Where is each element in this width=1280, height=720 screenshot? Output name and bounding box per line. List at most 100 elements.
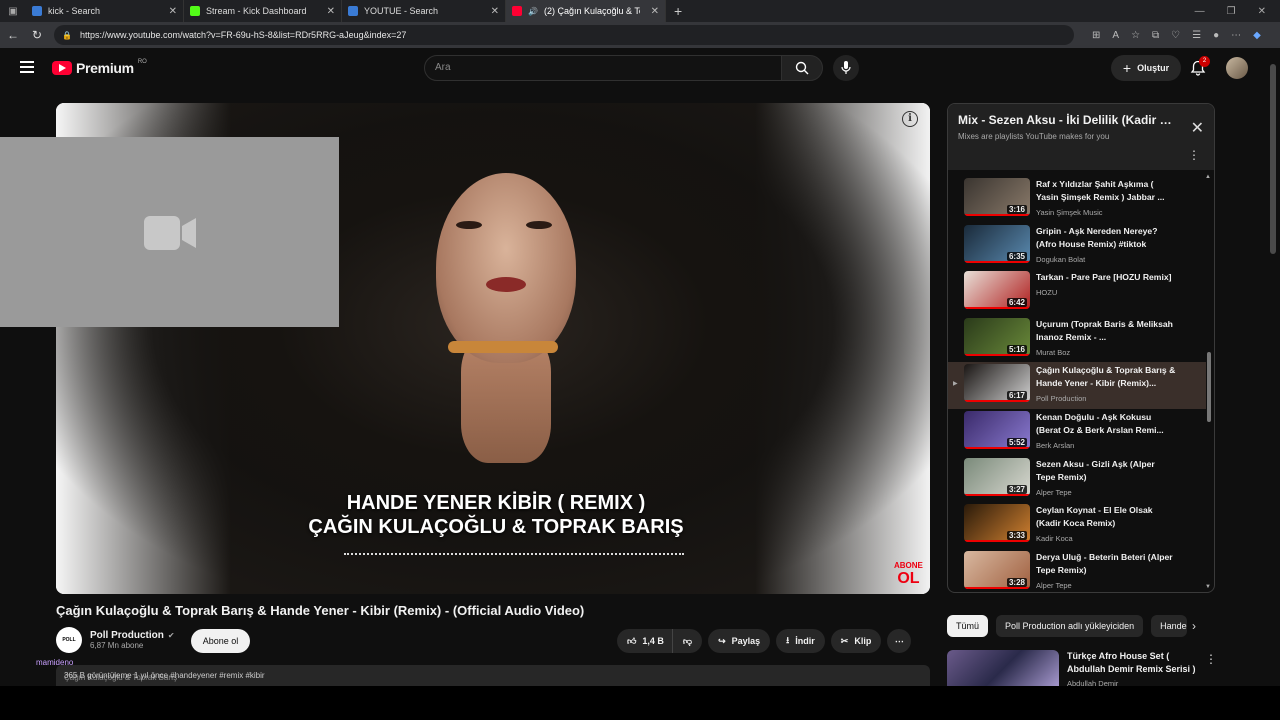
youtube-premium-logo[interactable]: Premium RO — [52, 59, 147, 76]
back-icon[interactable]: ← — [6, 28, 20, 42]
menu-icon[interactable] — [20, 61, 34, 73]
speaker-icon[interactable]: 🔊 — [528, 7, 538, 16]
info-icon[interactable]: i — [902, 111, 918, 127]
tab-youtube-video[interactable]: 🔊 (2) Çağın Kulaçoğlu & Toprak ✕ — [506, 0, 666, 22]
restore-icon[interactable]: ❐ — [1227, 6, 1236, 17]
playlist-item[interactable]: 3:33 Ceylan Koynat - El Ele Olsak (Kadir … — [948, 502, 1206, 549]
chevron-right-icon[interactable]: › — [1192, 619, 1196, 633]
duration-badge: 5:52 — [1006, 437, 1027, 447]
more-icon[interactable]: ⋯ — [1231, 30, 1241, 41]
close-tab-icon[interactable]: ✕ — [651, 6, 659, 17]
chip-from-uploader[interactable]: Poll Production adlı yükleyiciden — [996, 615, 1144, 637]
new-tab-icon[interactable]: + — [666, 3, 690, 19]
duration-badge: 3:33 — [1006, 531, 1027, 541]
playlist-item[interactable]: 3:27 Sezen Aksu - Gizli Aşk (Alper Tepe R… — [948, 456, 1206, 503]
thumbs-down-icon: 👎︎ — [682, 635, 693, 646]
more-vertical-icon[interactable]: ⋮ — [1188, 148, 1200, 162]
watched-progress-bar — [964, 540, 1030, 543]
tab-kick-search[interactable]: kick - Search ✕ — [26, 0, 184, 22]
page-scrollbar[interactable] — [1270, 64, 1276, 254]
browser-essentials-icon[interactable]: ♡ — [1171, 30, 1180, 41]
url-field[interactable]: 🔒 https://www.youtube.com/watch?v=FR-69u… — [54, 25, 1074, 45]
playlist-item[interactable]: 6:42 Tarkan - Pare Pare [HOZU Remix] HOZU — [948, 269, 1206, 316]
playlist-item[interactable]: 6:35 Gripin - Aşk Nereden Nereye? (Afro H… — [948, 223, 1206, 270]
search-button[interactable] — [781, 55, 823, 81]
video-title-overlay: HANDE YENER KİBİR ( REMIX ) ÇAĞIN KULAÇO… — [266, 491, 726, 539]
extensions-icon[interactable]: ⧉ — [1152, 30, 1159, 41]
close-window-icon[interactable]: ✕ — [1258, 6, 1266, 17]
minimize-icon[interactable]: — — [1195, 6, 1205, 17]
dislike-button[interactable]: 👎︎ — [671, 629, 703, 653]
chat-user: mamideno — [36, 658, 74, 667]
filter-chips: Tümü Poll Production adlı yükleyiciden H… — [947, 615, 1188, 637]
close-tab-icon[interactable]: ✕ — [491, 6, 499, 17]
playlist-item[interactable]: 5:16 Uçurum (Toprak Baris & Meliksah Inan… — [948, 316, 1206, 363]
share-button[interactable]: ↪ Paylaş — [708, 629, 771, 653]
tab-title: YOUTUE - Search — [364, 6, 439, 16]
video-actions: 👍︎ 1,4 B 👎︎ ↪ Paylaş ⭳ İndir ✂ Klip ⋯ — [617, 629, 912, 653]
scissors-icon: ✂ — [840, 635, 849, 646]
voice-search-button[interactable] — [833, 55, 859, 81]
playlist-item[interactable]: 5:52 Kenan Doğulu - Aşk Kokusu (Berat Oz … — [948, 409, 1206, 456]
search-input[interactable]: Ara — [424, 55, 782, 81]
playlist-item[interactable]: 3:16 Raf x Yıldızlar Şahit Aşkıma ( Yasin… — [948, 176, 1206, 223]
playlist-thumbnail[interactable]: 3:28 — [964, 550, 1030, 589]
region-code: RO — [137, 59, 147, 65]
chip-all[interactable]: Tümü — [947, 615, 989, 637]
close-tab-icon[interactable]: ✕ — [327, 6, 335, 17]
close-tab-icon[interactable]: ✕ — [169, 6, 177, 17]
video-frame-lips — [486, 277, 526, 292]
profile-icon[interactable]: ● — [1213, 30, 1219, 41]
watched-progress-bar — [964, 586, 1030, 589]
read-aloud-icon[interactable]: A — [1112, 30, 1119, 41]
playlist-thumbnail[interactable]: 5:16 — [964, 317, 1030, 356]
subscribe-button[interactable]: Abone ol — [191, 629, 250, 653]
playlist-item[interactable]: ▶ 6:17 Çağın Kulaçoğlu & Toprak Barış & Ha… — [948, 362, 1206, 409]
more-vertical-icon[interactable]: ⋮ — [1205, 652, 1217, 666]
playlist-item-title: Ceylan Koynat - El Ele Olsak (Kadir Koca… — [1036, 505, 1153, 529]
playlist-scrollbar[interactable] — [1207, 352, 1211, 422]
account-avatar[interactable] — [1226, 57, 1248, 79]
playlist-item[interactable]: 3:28 Derya Uluğ - Beterin Beteri (Alper T… — [948, 549, 1206, 592]
scroll-down-icon[interactable]: ▼ — [1205, 584, 1211, 590]
channel-name[interactable]: Poll Production — [90, 630, 164, 641]
chip-hande[interactable]: Hande — [1151, 615, 1188, 637]
tab-kick-dashboard[interactable]: Stream - Kick Dashboard ✕ — [184, 0, 342, 22]
copilot-icon[interactable]: ◆ — [1253, 30, 1261, 41]
recommendation-item[interactable]: Türkçe Afro House Set ( Abdullah Demir R… — [947, 650, 1207, 688]
like-button[interactable]: 👍︎ 1,4 B — [617, 629, 672, 653]
tab-youtue-search[interactable]: YOUTUE - Search ✕ — [342, 0, 506, 22]
channel-avatar[interactable]: POLL — [56, 627, 82, 653]
apps-icon[interactable]: ⊞ — [1092, 30, 1100, 41]
video-frame-choker — [448, 341, 558, 353]
playlist-thumbnail[interactable]: 3:16 — [964, 178, 1030, 216]
overlay-line-2: ÇAĞIN KULAÇOĞLU & TOPRAK BARIŞ — [308, 516, 684, 538]
tab-actions-icon[interactable]: ▣ — [0, 6, 26, 17]
create-button[interactable]: + Oluştur — [1111, 55, 1181, 81]
playlist-thumbnail[interactable]: 3:33 — [964, 504, 1030, 543]
recommendation-thumbnail[interactable] — [947, 650, 1059, 688]
playlist-thumbnail[interactable]: 6:17 — [964, 364, 1030, 403]
reload-icon[interactable]: ↻ — [30, 28, 44, 42]
playlist-title[interactable]: Mix - Sezen Aksu - İki Delilik (Kadir Ko… — [958, 113, 1180, 127]
subscribe-watermark[interactable]: ABONE OL — [894, 561, 923, 587]
collections-icon[interactable]: ☰ — [1192, 30, 1201, 41]
microphone-icon — [841, 61, 851, 74]
playlist-subtitle: Mixes are playlists YouTube makes for yo… — [958, 132, 1110, 141]
scroll-up-icon[interactable]: ▲ — [1205, 174, 1211, 180]
recommendation-title[interactable]: Türkçe Afro House Set ( Abdullah Demir R… — [1067, 650, 1207, 676]
close-icon[interactable]: ✕ — [1191, 118, 1204, 138]
playlist-thumbnail[interactable]: 5:52 — [964, 410, 1030, 449]
download-button[interactable]: ⭳ İndir — [776, 629, 825, 653]
clip-button[interactable]: ✂ Klip — [830, 629, 882, 653]
more-actions-button[interactable]: ⋯ — [887, 629, 912, 653]
description-box[interactable]: 365 B görüntüleme 1 yıl önce #handeyener… — [56, 665, 930, 687]
thumbs-up-icon: 👍︎ — [627, 635, 637, 646]
channel-info: POLL Poll Production ✔ 6,87 Mn abone — [56, 627, 175, 653]
favorite-star-icon[interactable]: ☆ — [1131, 30, 1140, 41]
playlist-thumbnail[interactable]: 3:27 — [964, 457, 1030, 496]
duration-badge: 3:16 — [1006, 205, 1027, 214]
playlist-thumbnail[interactable]: 6:35 — [964, 224, 1030, 263]
playlist-thumbnail[interactable]: 6:42 — [964, 271, 1030, 310]
playlist-item-title: Derya Uluğ - Beterin Beteri (Alper Tepe … — [1036, 551, 1173, 575]
